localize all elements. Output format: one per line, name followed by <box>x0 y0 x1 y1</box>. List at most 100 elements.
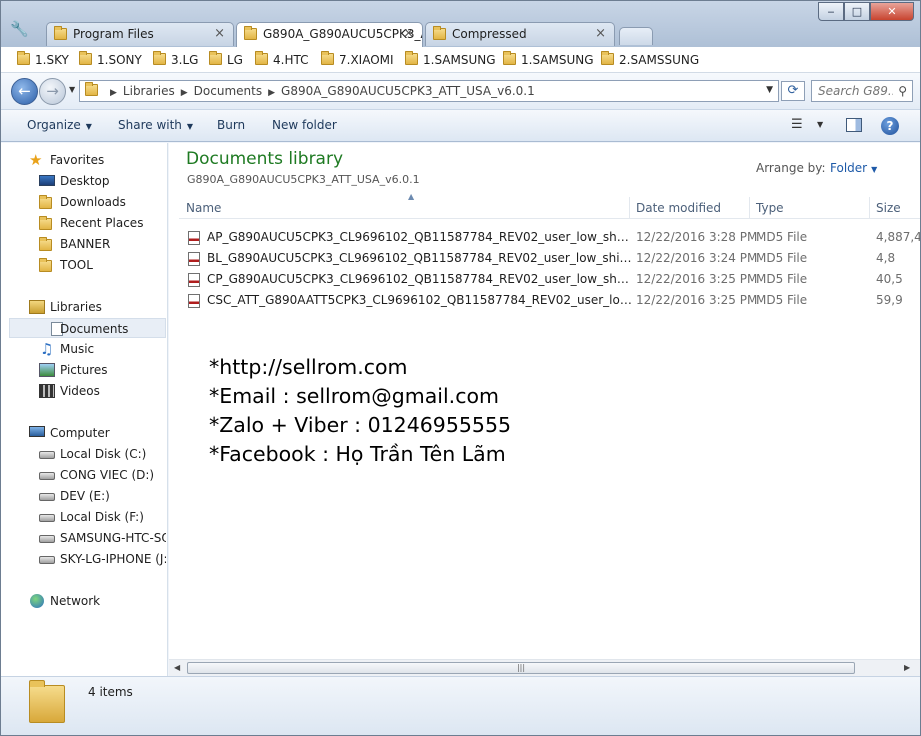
breadcrumb-separator-icon[interactable]: ▶ <box>181 88 188 98</box>
file-row[interactable]: CSC_ATT_G890AATT5CPK3_CL9696102_QB115877… <box>183 290 920 311</box>
maximize-button[interactable]: □ <box>844 2 870 21</box>
folder-icon <box>54 26 67 40</box>
nav-drive-samsung[interactable]: SAMSUNG-HTC-SO <box>1 528 166 548</box>
nav-label: Local Disk (F:) <box>60 510 144 524</box>
tab-close-icon[interactable]: × <box>214 23 225 45</box>
fav-item[interactable]: 1.SONY <box>77 51 142 69</box>
fav-item[interactable]: LG <box>207 51 243 69</box>
breadcrumb-current-folder[interactable]: G890A_G890AUCU5CPK3_ATT_USA_v6.0.1 <box>281 84 535 98</box>
nav-videos[interactable]: Videos <box>1 381 166 401</box>
column-divider[interactable] <box>869 197 870 219</box>
chevron-down-icon[interactable]: ▼ <box>766 85 773 95</box>
view-options-chevron-icon[interactable]: ▼ <box>817 120 823 129</box>
breadcrumb-separator-icon[interactable]: ▶ <box>268 88 275 98</box>
horizontal-scrollbar[interactable]: ◀ ||| ▶ <box>169 659 920 676</box>
fav-item[interactable]: 1.SKY <box>15 51 69 69</box>
tab-strip: 🔧 Program Files × G890A_G890AUCU5CPK3_A … <box>1 1 920 47</box>
arrange-by-dropdown[interactable]: Folder ▼ <box>830 161 877 175</box>
nav-computer[interactable]: Computer <box>1 423 166 443</box>
nav-label: Local Disk (C:) <box>60 447 147 461</box>
column-size[interactable]: Size <box>876 201 901 215</box>
new-folder-button[interactable]: New folder <box>272 118 337 132</box>
fav-item[interactable]: 3.LG <box>151 51 198 69</box>
contact-overlay: *http://sellrom.com *Email : sellrom@gma… <box>209 353 511 469</box>
nav-drive-c[interactable]: Local Disk (C:) <box>1 444 166 464</box>
column-type[interactable]: Type <box>756 201 784 215</box>
file-type: MD5 File <box>756 272 808 286</box>
nav-documents[interactable]: Documents <box>9 318 166 338</box>
close-button[interactable]: ✕ <box>870 2 914 21</box>
fav-item[interactable]: 2.SAMSSUNG <box>599 51 699 69</box>
nav-drive-e[interactable]: DEV (E:) <box>1 486 166 506</box>
overlay-website: *http://sellrom.com <box>209 355 408 379</box>
fav-label: 1.SAMSUNG <box>521 53 594 67</box>
folder-icon <box>17 51 30 65</box>
tab-compressed[interactable]: Compressed × <box>425 22 615 46</box>
library-subtitle[interactable]: G890A_G890AUCU5CPK3_ATT_USA_v6.0.1 <box>187 173 420 186</box>
help-icon[interactable]: ? <box>881 117 899 135</box>
md5-file-icon <box>188 252 200 266</box>
arrange-by-value: Folder <box>830 161 868 175</box>
nav-banner[interactable]: BANNER <box>1 234 166 254</box>
nav-downloads[interactable]: Downloads <box>1 192 166 212</box>
explorer-window: 🔧 Program Files × G890A_G890AUCU5CPK3_A … <box>0 0 921 736</box>
column-divider[interactable] <box>749 197 750 219</box>
back-button[interactable]: ← <box>11 78 38 105</box>
preview-pane-icon[interactable] <box>846 118 862 132</box>
wrench-icon[interactable]: 🔧 <box>10 20 29 38</box>
share-with-button[interactable]: Share with ▼ <box>118 118 193 132</box>
search-input[interactable] <box>818 83 893 99</box>
tab-g890a[interactable]: G890A_G890AUCU5CPK3_A × <box>236 22 423 47</box>
file-date: 12/22/2016 3:25 PM <box>636 293 758 307</box>
scrollbar-thumb[interactable]: ||| <box>187 662 855 674</box>
chevron-down-icon: ▼ <box>186 122 194 131</box>
file-row[interactable]: CP_G890AUCU5CPK3_CL9696102_QB11587784_RE… <box>183 269 920 290</box>
breadcrumb-libraries[interactable]: Libraries <box>123 84 175 98</box>
folder-icon <box>85 82 98 96</box>
recent-pages-chevron-icon[interactable]: ▼ <box>69 85 75 94</box>
nav-drive-j[interactable]: SKY-LG-IPHONE (J:) <box>1 549 166 569</box>
nav-recent-places[interactable]: Recent Places <box>1 213 166 233</box>
folder-icon <box>255 51 268 65</box>
nav-label: Favorites <box>50 153 105 167</box>
nav-desktop[interactable]: Desktop <box>1 171 166 191</box>
refresh-button[interactable]: ⟳ <box>781 81 805 101</box>
nav-label: TOOL <box>60 258 93 272</box>
column-divider[interactable] <box>629 197 630 219</box>
nav-favorites[interactable]: ★ Favorites <box>1 150 166 170</box>
tab-close-icon[interactable]: × <box>403 23 414 45</box>
fav-item[interactable]: 4.HTC <box>253 51 308 69</box>
address-bar[interactable]: ▶ Libraries ▶ Documents ▶ G890A_G890AUCU5CPK3… <box>79 80 779 102</box>
nav-network[interactable]: Network <box>1 591 166 611</box>
file-row[interactable]: BL_G890AUCU5CPK3_CL9696102_QB11587784_RE… <box>183 248 920 269</box>
file-row[interactable]: AP_G890AUCU5CPK3_CL9696102_QB11587784_RE… <box>183 227 920 248</box>
column-date-modified[interactable]: Date modified <box>636 201 721 215</box>
share-with-label: Share with <box>118 118 182 132</box>
fav-item[interactable]: 7.XIAOMI <box>319 51 394 69</box>
nav-pictures[interactable]: Pictures <box>1 360 166 380</box>
nav-drive-d[interactable]: CONG VIEC (D:) <box>1 465 166 485</box>
scroll-left-icon[interactable]: ◀ <box>174 663 180 672</box>
nav-libraries[interactable]: Libraries <box>1 297 166 317</box>
column-name[interactable]: Name <box>186 201 221 215</box>
burn-button[interactable]: Burn <box>217 118 245 132</box>
forward-button[interactable]: → <box>39 78 66 105</box>
new-tab-button[interactable] <box>619 27 653 45</box>
fav-item[interactable]: 1.SAMSUNG <box>501 51 594 69</box>
folder-icon <box>433 26 446 40</box>
tab-close-icon[interactable]: × <box>595 23 606 45</box>
breadcrumb-separator-icon[interactable]: ▶ <box>110 88 117 98</box>
nav-drive-f[interactable]: Local Disk (F:) <box>1 507 166 527</box>
breadcrumb-documents[interactable]: Documents <box>194 84 262 98</box>
nav-music[interactable]: ♫ Music <box>1 339 166 359</box>
videos-icon <box>39 384 55 398</box>
fav-item[interactable]: 1.SAMSUNG <box>403 51 496 69</box>
minimize-button[interactable]: ‒ <box>818 2 844 21</box>
organize-button[interactable]: Organize ▼ <box>27 118 92 132</box>
view-list-icon[interactable]: ☰ <box>791 117 803 132</box>
drive-icon <box>39 472 55 480</box>
scroll-right-icon[interactable]: ▶ <box>904 663 910 672</box>
nav-tool[interactable]: TOOL <box>1 255 166 275</box>
search-icon[interactable]: ⚲ <box>898 84 907 98</box>
tab-program-files[interactable]: Program Files × <box>46 22 234 46</box>
